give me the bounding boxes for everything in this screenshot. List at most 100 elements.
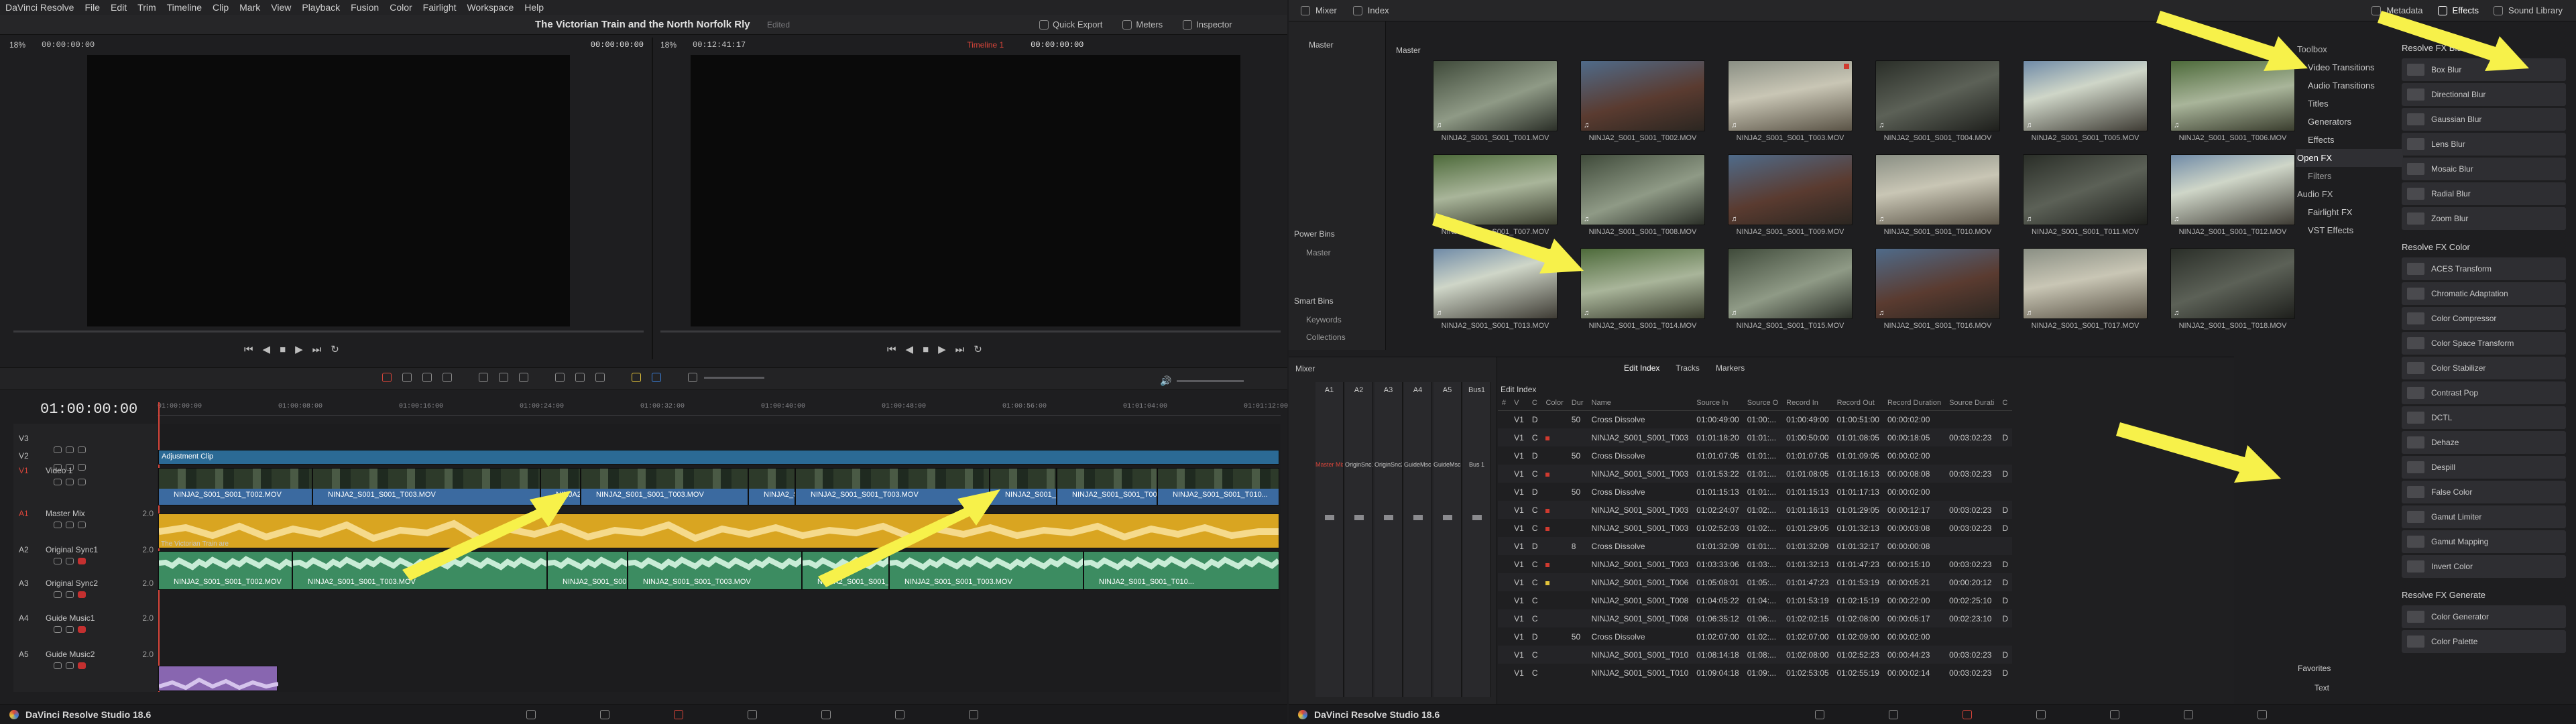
lock-icon[interactable]	[595, 373, 605, 382]
fx-item[interactable]: Contrast Pop	[2402, 381, 2566, 404]
dynamic-trim-icon[interactable]	[422, 373, 432, 382]
audio-clip[interactable]: NINJA2_S001_S001_T003.MOV	[628, 551, 802, 590]
menu-item[interactable]: Workspace	[467, 2, 514, 13]
fusion-page-icon[interactable]	[748, 709, 758, 719]
lock-icon[interactable]	[54, 558, 62, 564]
video-clip[interactable]: NINJA2_S001_S001_T003.MOV	[1057, 468, 1157, 505]
edit-index-row[interactable]: V1 C NINJA2_S001_S001_T003 01:03:33:06 01:03…	[1498, 555, 2012, 573]
video-clip[interactable]: NINJA2_S001_S001_T002.MOV	[158, 468, 312, 505]
fx-item[interactable]: Color Generator	[2402, 605, 2566, 628]
quick-export-button[interactable]: Quick Export	[1053, 19, 1102, 29]
mixer-fader[interactable]	[1472, 515, 1482, 520]
fx-item[interactable]: Dehaze	[2402, 431, 2566, 454]
solo-icon[interactable]	[66, 558, 74, 564]
mute-icon[interactable]	[78, 662, 86, 669]
track-header[interactable]: A3 Original Sync2 2.0	[13, 575, 158, 591]
fx-item[interactable]: Invert Color	[2402, 555, 2566, 578]
media-thumbnail[interactable]: ♫	[1728, 248, 1853, 319]
media-thumbnail[interactable]: ♫	[1875, 248, 2000, 319]
blade-tool-icon[interactable]	[443, 373, 452, 382]
fx-item[interactable]: Despill	[2402, 456, 2566, 479]
track-header[interactable]: V2	[13, 448, 158, 464]
edit-index-column-header[interactable]: Color	[1541, 396, 1568, 411]
fairlight-page-icon[interactable]	[2184, 709, 2194, 719]
tab-mixer[interactable]: Mixer	[1315, 5, 1337, 15]
menu-item[interactable]: Edit	[111, 2, 127, 13]
fx-item[interactable]: Zoom Blur	[2402, 207, 2566, 230]
track-header[interactable]: A2 Original Sync1 2.0	[13, 542, 158, 558]
edit-index-row[interactable]: V1 C NINJA2_S001_S001_T006 01:05:08:01 01:05…	[1498, 573, 2013, 591]
mixer-channel-strip[interactable]: A5 GuideMsc2	[1433, 382, 1462, 697]
tab-edit-index[interactable]: Edit Index	[1624, 363, 1659, 373]
lock-icon[interactable]	[54, 479, 62, 485]
speaker-icon[interactable]: 🔊	[1160, 375, 1171, 387]
go-start-icon[interactable]: ⏮	[887, 344, 906, 355]
snapping-icon[interactable]	[555, 373, 565, 382]
fx-item[interactable]: Gamut Mapping	[2402, 530, 2566, 553]
mixer-fader[interactable]	[1413, 515, 1423, 520]
audio-fx-item[interactable]: VST Effects	[2296, 221, 2403, 239]
mixer-fader[interactable]	[1324, 515, 1334, 520]
edit-index-column-header[interactable]: Source O	[1743, 396, 1783, 411]
solo-icon[interactable]	[66, 479, 74, 485]
edit-index-row[interactable]: V1 C NINJA2_S001_S001_T008 01:04:05:22 01:04…	[1498, 591, 2012, 609]
edit-index-row[interactable]: V1 C NINJA2_S001_S001_T008 01:06:35:12 01:06…	[1498, 609, 2013, 627]
stop-icon[interactable]: ■	[280, 344, 295, 355]
track-header[interactable]: A1 Master Mix 2.0	[13, 505, 158, 522]
fx-item[interactable]: Lens Blur	[2402, 133, 2566, 156]
timeline-zoom[interactable]: 18%	[660, 40, 677, 50]
deliver-page-icon[interactable]	[969, 709, 979, 719]
media-thumbnail[interactable]: ♫	[2023, 60, 2148, 131]
media-page-icon[interactable]	[1815, 709, 1825, 719]
fx-item[interactable]: Color Palette	[2402, 630, 2566, 653]
go-start-icon[interactable]: ⏮	[244, 344, 263, 355]
edit-index-column-header[interactable]: Dur	[1567, 396, 1588, 411]
loop-icon[interactable]: ↻	[974, 343, 992, 355]
mixer-fader[interactable]	[1442, 515, 1452, 520]
edit-index-column-header[interactable]: Name	[1587, 396, 1693, 411]
track-header[interactable]: V1 Video 1	[13, 463, 158, 479]
toolbox-item[interactable]: Titles	[2296, 95, 2403, 113]
menu-item[interactable]: Color	[390, 2, 412, 13]
edit-index-column-header[interactable]: Source In	[1692, 396, 1743, 411]
mixer-fader[interactable]	[1383, 515, 1393, 520]
trim-tool-icon[interactable]	[402, 373, 412, 382]
media-thumbnail[interactable]: ♫	[1580, 248, 1705, 319]
edit-index-column-header[interactable]: V	[1510, 396, 1528, 411]
loop-icon[interactable]: ↻	[331, 343, 349, 355]
fx-item[interactable]: Radial Blur	[2402, 182, 2566, 205]
deliver-page-icon[interactable]	[2258, 709, 2268, 719]
mixer-channel-strip[interactable]: A3 OriginSnc2	[1374, 382, 1403, 697]
fx-item[interactable]: Color Compressor	[2402, 307, 2566, 330]
open-fx-root[interactable]: Open FX	[2296, 149, 2403, 167]
selection-tool-icon[interactable]	[382, 373, 392, 382]
fx-item[interactable]: Chromatic Adaptation	[2402, 282, 2566, 305]
open-fx-filters[interactable]: Filters	[2296, 167, 2403, 185]
solo-icon[interactable]	[66, 626, 74, 633]
edit-index-row[interactable]: V1 C NINJA2_S001_S001_T003 01:02:52:03 01:02…	[1498, 519, 2012, 537]
edit-index-row[interactable]: V1 C NINJA2_S001_S001_T003 01:01:18:20 01:01…	[1498, 428, 2013, 446]
mute-icon[interactable]	[78, 522, 86, 528]
solo-icon[interactable]	[66, 591, 74, 598]
fx-item[interactable]: Mosaic Blur	[2402, 158, 2566, 180]
timeline-viewer[interactable]	[691, 55, 1240, 326]
media-thumbnail[interactable]: ♫	[2170, 154, 2295, 225]
toolbox-item[interactable]: Audio Transitions	[2296, 76, 2403, 95]
mute-icon[interactable]	[78, 479, 86, 485]
menu-item[interactable]: DaVinci Resolve	[5, 2, 74, 13]
power-bin-master[interactable]: Master	[1306, 248, 1385, 257]
fairlight-page-icon[interactable]	[895, 709, 905, 719]
play-icon[interactable]: ▶	[938, 343, 955, 355]
inspector-button[interactable]: Inspector	[1196, 19, 1232, 29]
media-thumbnail[interactable]: ♫	[1875, 154, 2000, 225]
edit-index-column-header[interactable]: Record Out	[1832, 396, 1883, 411]
fx-item[interactable]: Gamut Limiter	[2402, 505, 2566, 528]
audio-fx-item[interactable]: Fairlight FX	[2296, 203, 2403, 221]
fx-item[interactable]: Directional Blur	[2402, 83, 2566, 106]
edit-index-column-header[interactable]: Record In	[1782, 396, 1833, 411]
video-clip[interactable]: NINJA2_S001_S001_T003.MOV	[748, 468, 795, 505]
bin-master[interactable]: Master	[1309, 40, 1385, 50]
flag-icon[interactable]	[632, 373, 641, 382]
go-end-icon[interactable]: ⏭	[955, 344, 974, 355]
play-reverse-icon[interactable]: ◀	[263, 343, 280, 355]
